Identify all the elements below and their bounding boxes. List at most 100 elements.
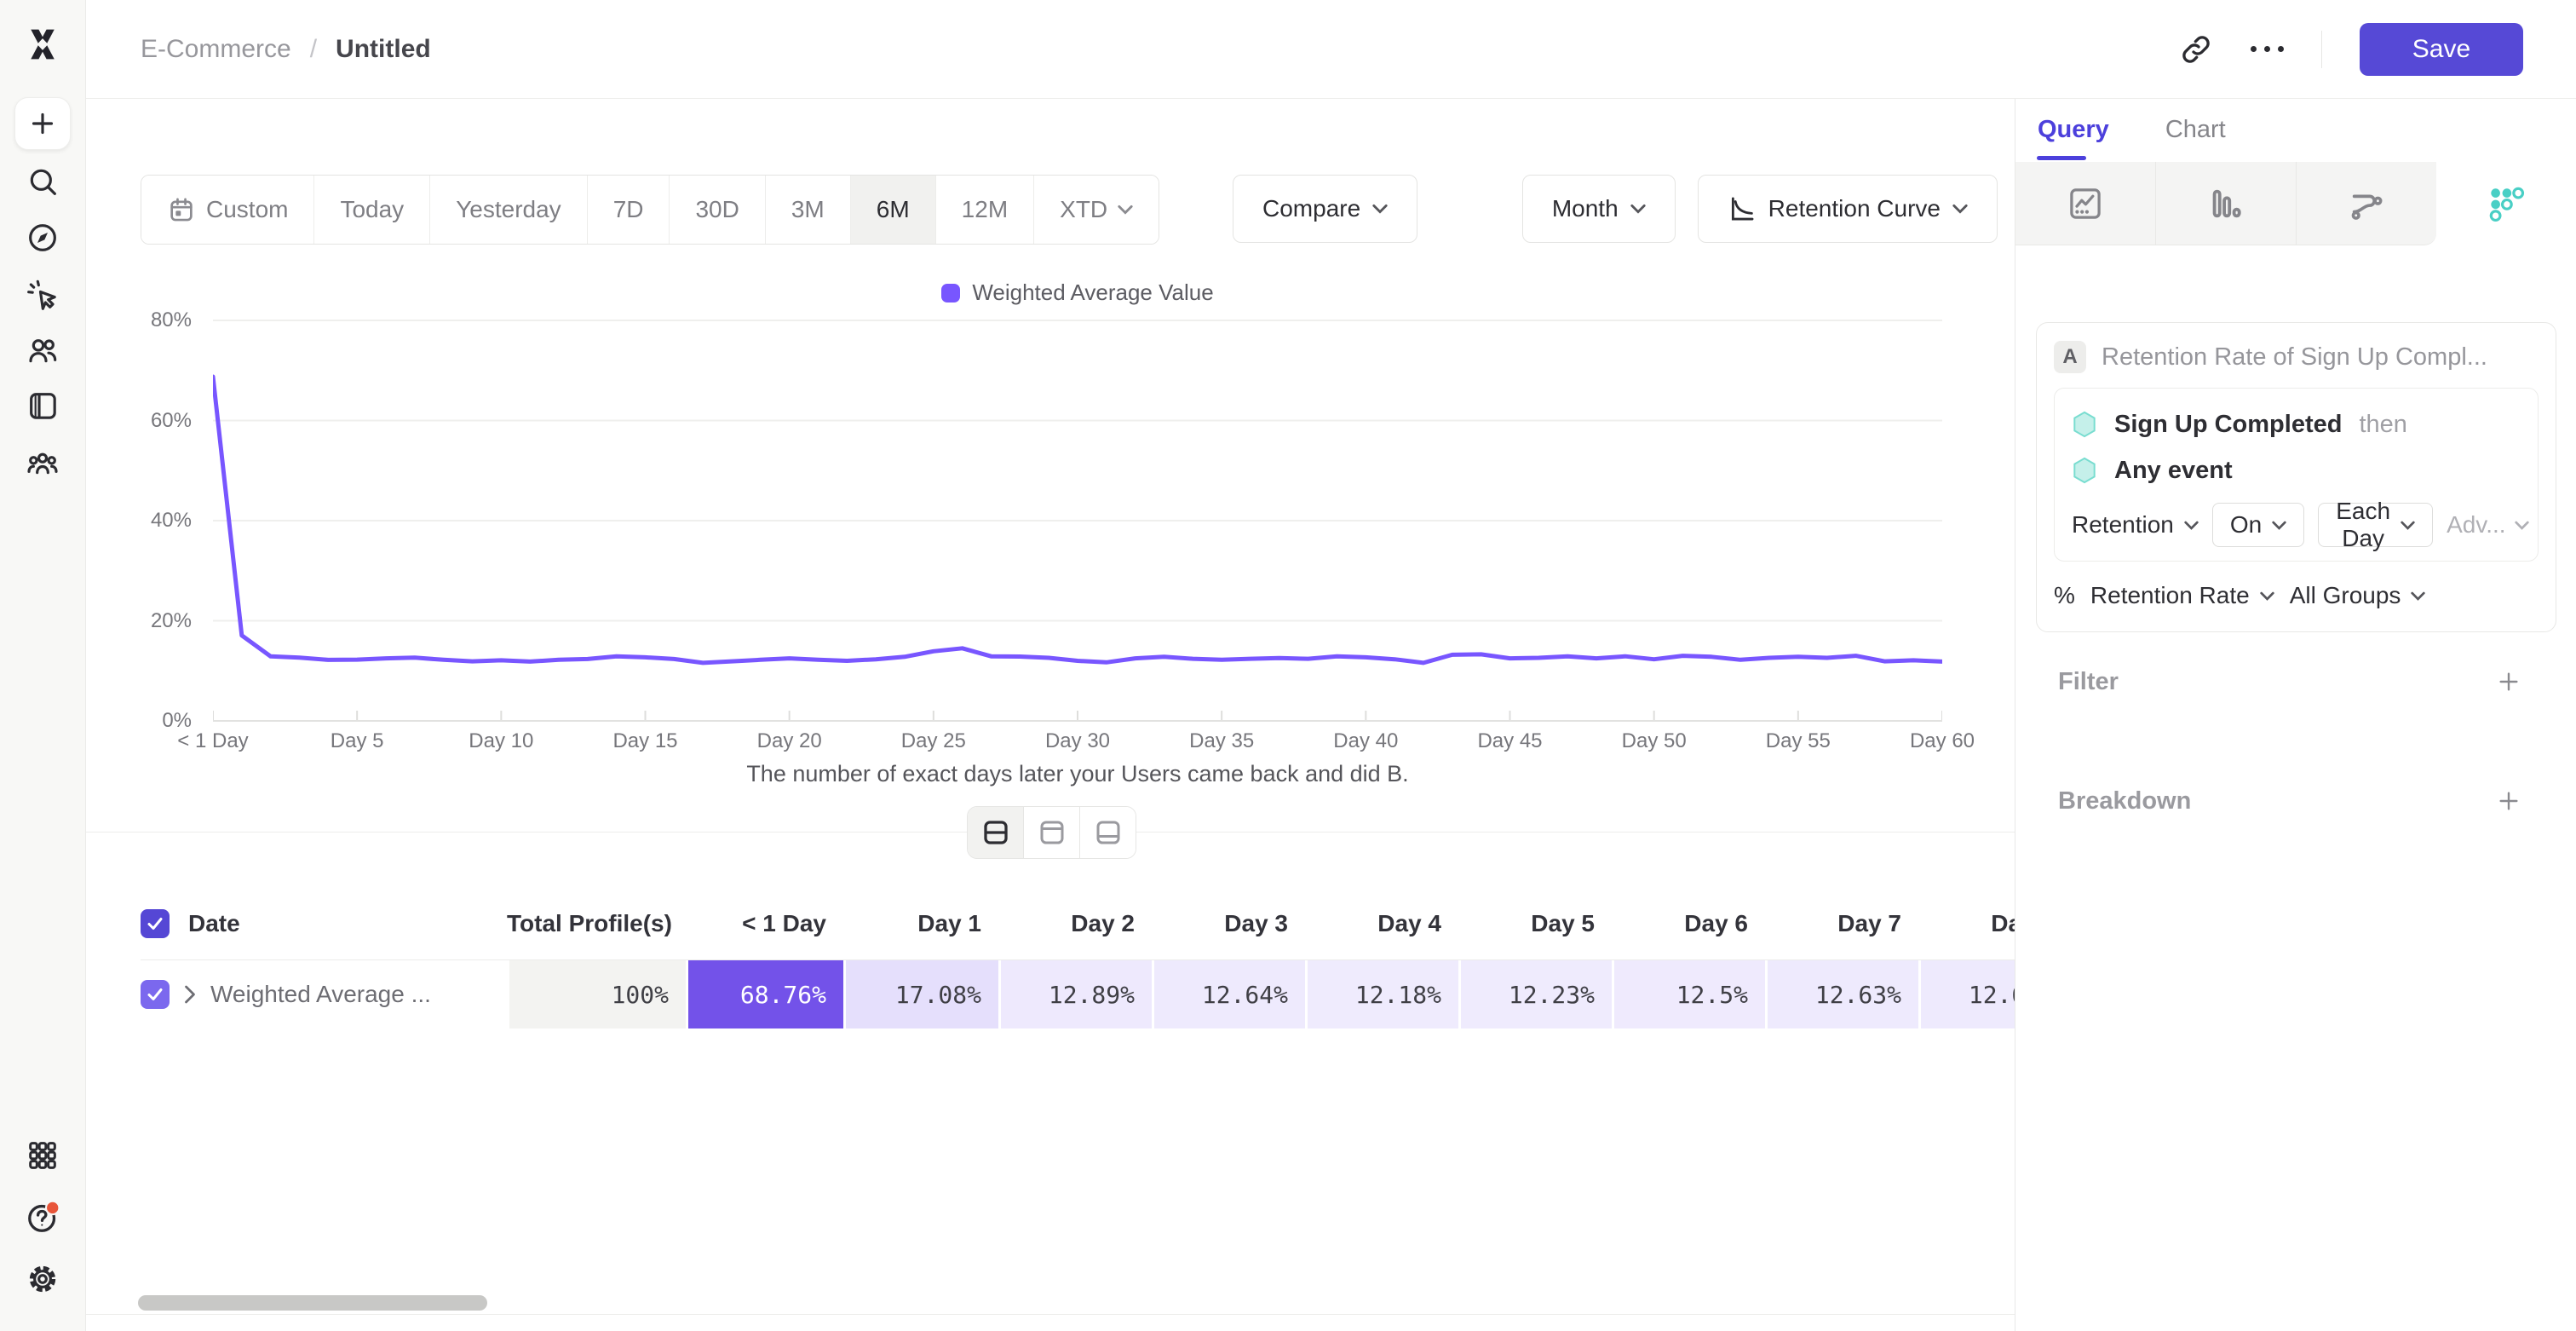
layout-toggle (967, 806, 1136, 859)
column-header[interactable]: Day 4 (1305, 910, 1458, 937)
settings-gear-icon[interactable] (25, 1261, 60, 1297)
users-icon[interactable] (25, 332, 60, 368)
x-axis-label: Day 25 (901, 729, 966, 753)
cursor-spark-icon[interactable] (25, 276, 60, 312)
chevron-down-icon (2515, 521, 2529, 530)
range-3m[interactable]: 3M (766, 176, 851, 244)
expand-row-chevron[interactable] (183, 984, 197, 1005)
horizontal-scrollbar[interactable] (138, 1295, 487, 1311)
returning-event-name: Any event (2114, 457, 2233, 485)
save-button[interactable]: Save (2360, 23, 2523, 76)
granularity-button[interactable]: Month (1522, 175, 1676, 243)
mixpanel-logo[interactable] (24, 26, 61, 63)
plus-icon (27, 108, 58, 139)
event-hexagon-icon (2072, 457, 2097, 484)
layout-split-button[interactable] (968, 807, 1024, 858)
table-header-left: Date (141, 909, 507, 938)
chevron-down-icon (2272, 521, 2286, 530)
layout-table-button[interactable] (1080, 807, 1136, 858)
chart-view-button[interactable]: Retention Curve (1698, 175, 1998, 243)
chart-type-retention[interactable] (2436, 162, 2576, 245)
panel-tabs: Query Chart (2015, 98, 2576, 162)
chevron-down-icon (1118, 205, 1133, 215)
column-header[interactable]: Day 5 (1458, 910, 1612, 937)
query-builder-card: A Retention Rate of Sign Up Compl... Sig… (2036, 322, 2556, 632)
x-axis-caption: The number of exact days later your User… (213, 761, 1942, 787)
range-xtd[interactable]: XTD (1034, 176, 1159, 244)
layout-chart-button[interactable] (1024, 807, 1080, 858)
column-header[interactable]: Total Profile(s) (507, 910, 686, 937)
on-dropdown[interactable]: On (2212, 503, 2304, 547)
x-axis-label: Day 35 (1189, 729, 1254, 753)
column-header[interactable]: Day 1 (843, 910, 998, 937)
copy-link-button[interactable] (2179, 32, 2213, 66)
range-custom-label: Custom (206, 196, 288, 223)
x-axis-label: Day 15 (612, 729, 677, 753)
add-filter-button[interactable] (2495, 668, 2522, 695)
board-icon[interactable] (25, 388, 60, 424)
tab-query[interactable]: Query (2038, 116, 2109, 144)
row-checkbox[interactable] (141, 980, 170, 1009)
chevron-down-icon (1952, 204, 1968, 214)
x-axis-label: Day 55 (1766, 729, 1831, 753)
range-12m[interactable]: 12M (936, 176, 1034, 244)
series-title[interactable]: Retention Rate of Sign Up Compl... (2102, 343, 2487, 372)
returning-event-row[interactable]: Any event (2072, 452, 2521, 489)
table-cell: 100% (507, 960, 686, 1028)
add-breakdown-button[interactable] (2495, 787, 2522, 815)
range-today[interactable]: Today (314, 176, 430, 244)
funnels-icon (2206, 184, 2245, 223)
chart-type-flows[interactable] (2297, 162, 2436, 245)
series-badge[interactable]: A (2054, 341, 2086, 373)
x-axis-label: Day 40 (1333, 729, 1398, 753)
column-header[interactable]: Day 6 (1612, 910, 1765, 937)
interval-dropdown[interactable]: Each Day (2318, 503, 2433, 547)
range-30d[interactable]: 30D (670, 176, 765, 244)
x-axis-label: Day 10 (469, 729, 533, 753)
chevron-down-icon (2411, 591, 2425, 601)
range-custom[interactable]: Custom (141, 176, 314, 244)
y-axis-label: 60% (111, 408, 192, 434)
report-title[interactable]: Untitled (336, 35, 431, 64)
x-axis-label: Day 45 (1477, 729, 1542, 753)
first-event-row[interactable]: Sign Up Completed then (2072, 406, 2521, 443)
compass-icon[interactable] (25, 220, 60, 256)
table-row-left: Weighted Average ... (141, 960, 507, 1028)
chart-legend[interactable]: Weighted Average Value (213, 279, 1942, 306)
chart-type-insights[interactable] (2015, 162, 2156, 245)
select-all-checkbox[interactable] (141, 909, 170, 938)
column-header[interactable]: Day 2 (998, 910, 1152, 937)
event-hexagon-icon (2072, 411, 2097, 438)
on-label: On (2230, 511, 2262, 539)
search-icon[interactable] (25, 164, 60, 199)
measure-row: % Retention Rate All Groups (2054, 577, 2539, 614)
range-7d[interactable]: 7D (588, 176, 670, 244)
chevron-down-icon (2401, 521, 2415, 530)
apps-grid-icon[interactable] (25, 1138, 60, 1173)
help-icon[interactable] (25, 1200, 60, 1236)
groups-dropdown[interactable]: All Groups (2290, 582, 2426, 609)
column-header[interactable]: Day 3 (1152, 910, 1305, 937)
more-options-button[interactable] (2251, 46, 2284, 52)
retention-line-chart[interactable] (213, 320, 1942, 722)
measure-dropdown[interactable]: Retention Rate (2090, 582, 2274, 609)
split-view-icon (980, 817, 1011, 848)
create-button[interactable] (14, 97, 71, 150)
advanced-dropdown[interactable]: Adv... (2447, 511, 2529, 539)
tab-chart[interactable]: Chart (2165, 116, 2226, 144)
calendar-icon (167, 195, 196, 224)
table-cell: 12.18% (1305, 960, 1458, 1028)
cohorts-icon[interactable] (25, 445, 60, 481)
range-yesterday[interactable]: Yesterday (430, 176, 588, 244)
plus-icon (2495, 668, 2522, 695)
chart-type-funnels[interactable] (2156, 162, 2297, 245)
column-header-date[interactable]: Date (188, 910, 240, 937)
filter-label: Filter (2058, 668, 2119, 696)
breadcrumb-project[interactable]: E-Commerce (141, 35, 291, 64)
retention-type-dropdown[interactable]: Retention (2072, 511, 2199, 539)
range-6m[interactable]: 6M (851, 176, 936, 244)
column-header[interactable]: Day 7 (1765, 910, 1918, 937)
column-header[interactable]: < 1 Day (686, 910, 843, 937)
row-name[interactable]: Weighted Average ... (210, 981, 431, 1008)
compare-button[interactable]: Compare (1233, 175, 1417, 243)
